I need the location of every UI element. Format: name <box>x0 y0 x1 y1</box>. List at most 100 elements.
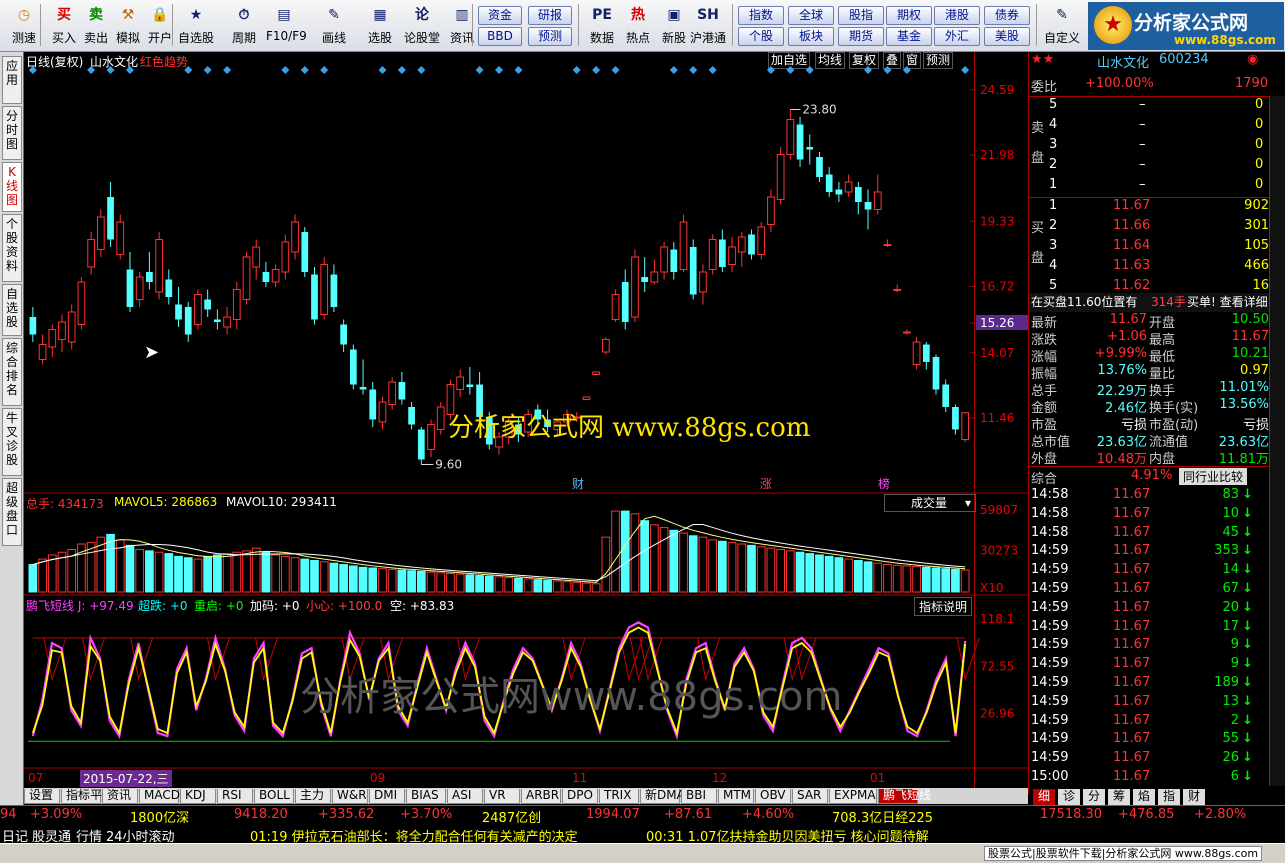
index-ticker-item[interactable]: +4.60% <box>742 807 794 822</box>
sell-level-row[interactable]: 1 – 0 <box>1029 177 1269 196</box>
toolbar-button[interactable]: SH 沪港通 <box>690 2 726 48</box>
left-tab[interactable]: 自选股 <box>2 284 22 336</box>
index-ticker-item[interactable]: 94 <box>0 807 17 822</box>
market-quick-button[interactable]: BBD <box>478 27 522 46</box>
index-ticker-item[interactable]: 2487亿创 <box>482 807 541 826</box>
market-quick-button[interactable]: 股指 <box>838 6 884 25</box>
buy-level-row[interactable]: 2 11.66 301 <box>1029 218 1269 237</box>
indicator-tab[interactable]: 主力 <box>295 789 331 804</box>
indicator-tab[interactable]: DMI <box>369 789 405 804</box>
toolbar-button[interactable]: ★ 自选股 <box>178 2 214 48</box>
left-tab[interactable]: K线图 <box>2 162 22 212</box>
indicator-tab[interactable]: ASI <box>447 789 483 804</box>
indicator-tab[interactable]: BOLL <box>254 789 294 804</box>
sell-level-row[interactable]: 3 – 0 <box>1029 137 1269 156</box>
indicator-tab[interactable]: 设置 <box>24 789 60 804</box>
left-tab[interactable]: 牛叉诊股 <box>2 408 22 476</box>
quote-panel-tab[interactable]: 筹 <box>1108 789 1130 805</box>
left-tab[interactable]: 分时图 <box>2 106 22 160</box>
index-ticker-item[interactable]: +335.62 <box>318 807 374 822</box>
toolbar-button[interactable]: ▤ F10/F9 <box>266 2 307 48</box>
sell-level-row[interactable]: 5 – 0 <box>1029 97 1269 116</box>
indicator-tab[interactable]: BBI <box>681 789 717 804</box>
quote-panel-tab[interactable]: 财 <box>1183 789 1205 805</box>
market-quick-button[interactable]: 债券 <box>984 6 1030 25</box>
left-tab[interactable]: 个股资料 <box>2 214 22 282</box>
quote-panel-tab[interactable]: 诊 <box>1058 789 1080 805</box>
index-ticker-item[interactable]: 17518.30 <box>1040 807 1102 822</box>
left-tab[interactable]: 综合排名 <box>2 338 22 406</box>
buy-level-row[interactable]: 4 11.63 466 <box>1029 258 1269 277</box>
indicator-tab[interactable]: VR <box>484 789 520 804</box>
market-quick-button[interactable]: 全球 <box>788 6 834 25</box>
toolbar-button[interactable]: ⏱ 周期 <box>226 2 262 48</box>
indicator-tab[interactable]: KDJ <box>180 789 216 804</box>
star-icon[interactable]: ★★ <box>1031 52 1054 67</box>
indicator-tab[interactable]: 新DMA <box>640 789 685 804</box>
market-quick-button[interactable]: 期货 <box>838 27 884 46</box>
market-quick-button[interactable]: 期权 <box>886 6 932 25</box>
index-ticker-item[interactable]: +3.09% <box>30 807 82 822</box>
indicator-tab[interactable]: DPO <box>562 789 598 804</box>
quote-panel-tab[interactable]: 指 <box>1158 789 1180 805</box>
indicator-tab[interactable]: MACD <box>139 789 180 804</box>
sell-level-row[interactable]: 2 – 0 <box>1029 157 1269 176</box>
toolbar-button[interactable]: ⚒ 模拟 <box>110 2 146 48</box>
toolbar-button[interactable]: ▣ 新股 <box>656 2 692 48</box>
order-notice[interactable]: 在买盘11.60位置有 314手 买单! 查看详细 <box>1029 293 1269 312</box>
event-marker[interactable]: 榜 <box>878 476 890 491</box>
indicator-tab[interactable]: RSI <box>217 789 253 804</box>
buy-level-row[interactable]: 3 11.64 105 <box>1029 238 1269 257</box>
index-ticker-item[interactable]: 1800亿深 <box>130 807 189 826</box>
indicator-tab[interactable]: BIAS <box>406 789 446 804</box>
quote-panel-tab[interactable]: 细 <box>1033 789 1055 805</box>
event-marker[interactable]: 涨 <box>760 476 772 491</box>
toolbar-button[interactable]: 论论股堂 <box>404 2 440 48</box>
market-quick-button[interactable]: 指数 <box>738 6 784 25</box>
market-quick-button[interactable]: 研报 <box>528 6 572 25</box>
indicator-tab[interactable]: OBV <box>755 789 791 804</box>
quote-scrollbar[interactable] <box>1269 96 1285 786</box>
indicator-tab[interactable]: 指标平台 <box>61 789 114 804</box>
market-quick-button[interactable]: 个股 <box>738 27 784 46</box>
toolbar-button[interactable]: ▥ 资讯 <box>444 2 480 48</box>
toolbar-button[interactable]: ✎ 画线 <box>316 2 352 48</box>
toolbar-button[interactable]: PE 数据 <box>584 2 620 48</box>
market-quick-button[interactable]: 板块 <box>788 27 834 46</box>
peer-compare-button[interactable]: 同行业比较 <box>1179 468 1248 485</box>
indicator-tab[interactable]: ARBR <box>521 789 561 804</box>
indicator-tab[interactable]: MTM <box>718 789 754 804</box>
index-ticker-item[interactable]: 708.3亿日经225 <box>832 807 933 826</box>
index-ticker-item[interactable]: 1994.07 <box>586 807 640 822</box>
indicator-explain-button[interactable]: 指标说明 <box>914 597 973 616</box>
indicator-tab[interactable]: TRIX <box>599 789 639 804</box>
market-quick-button[interactable]: 外汇 <box>934 27 980 46</box>
toolbar-button[interactable]: 热热点 <box>620 2 656 48</box>
indicator-tab[interactable]: W&R <box>332 789 368 804</box>
market-quick-button[interactable]: 预测 <box>528 27 572 46</box>
market-quick-button[interactable]: 美股 <box>984 27 1030 46</box>
toolbar-button[interactable]: ▦ 选股 <box>362 2 398 48</box>
indicator-tab[interactable]: EXPMA <box>829 789 877 804</box>
index-ticker-item[interactable]: +87.61 <box>664 807 712 822</box>
index-ticker-item[interactable]: +3.70% <box>400 807 452 822</box>
quote-panel-tab[interactable]: 焰 <box>1133 789 1155 805</box>
toolbar-button[interactable]: 卖卖出 <box>78 2 114 48</box>
index-ticker-item[interactable]: +476.85 <box>1118 807 1174 822</box>
left-tab[interactable]: 应用 <box>2 56 22 104</box>
buy-level-row[interactable]: 1 11.67 902 <box>1029 198 1269 217</box>
event-marker[interactable]: 财 <box>572 477 584 491</box>
volume-indicator-dropdown[interactable]: 成交量 ▾ <box>884 494 976 512</box>
indicator-tab[interactable]: 鹏飞短线 <box>878 789 931 804</box>
market-quick-button[interactable]: 基金 <box>886 27 932 46</box>
market-quick-button[interactable]: 资金 <box>478 6 522 25</box>
indicator-tab[interactable]: 资讯 <box>102 789 138 804</box>
toolbar-button[interactable]: ◷ 测速 <box>6 2 42 48</box>
kline-chart[interactable]: 24.59 21.98 19.33 16.72 15.26 14.07 11.46 23.80… <box>24 52 1028 794</box>
index-ticker-item[interactable]: 9418.20 <box>234 807 288 822</box>
status-link-box[interactable]: 股票公式|股票软件下载|分析家公式网 www.88gs.com <box>984 846 1262 861</box>
indicator-tab[interactable]: SAR <box>792 789 828 804</box>
notice-link[interactable]: 买单! 查看详细 <box>1187 293 1268 310</box>
market-quick-button[interactable]: 港股 <box>934 6 980 25</box>
left-tab[interactable]: 超级盘口 <box>2 478 22 546</box>
